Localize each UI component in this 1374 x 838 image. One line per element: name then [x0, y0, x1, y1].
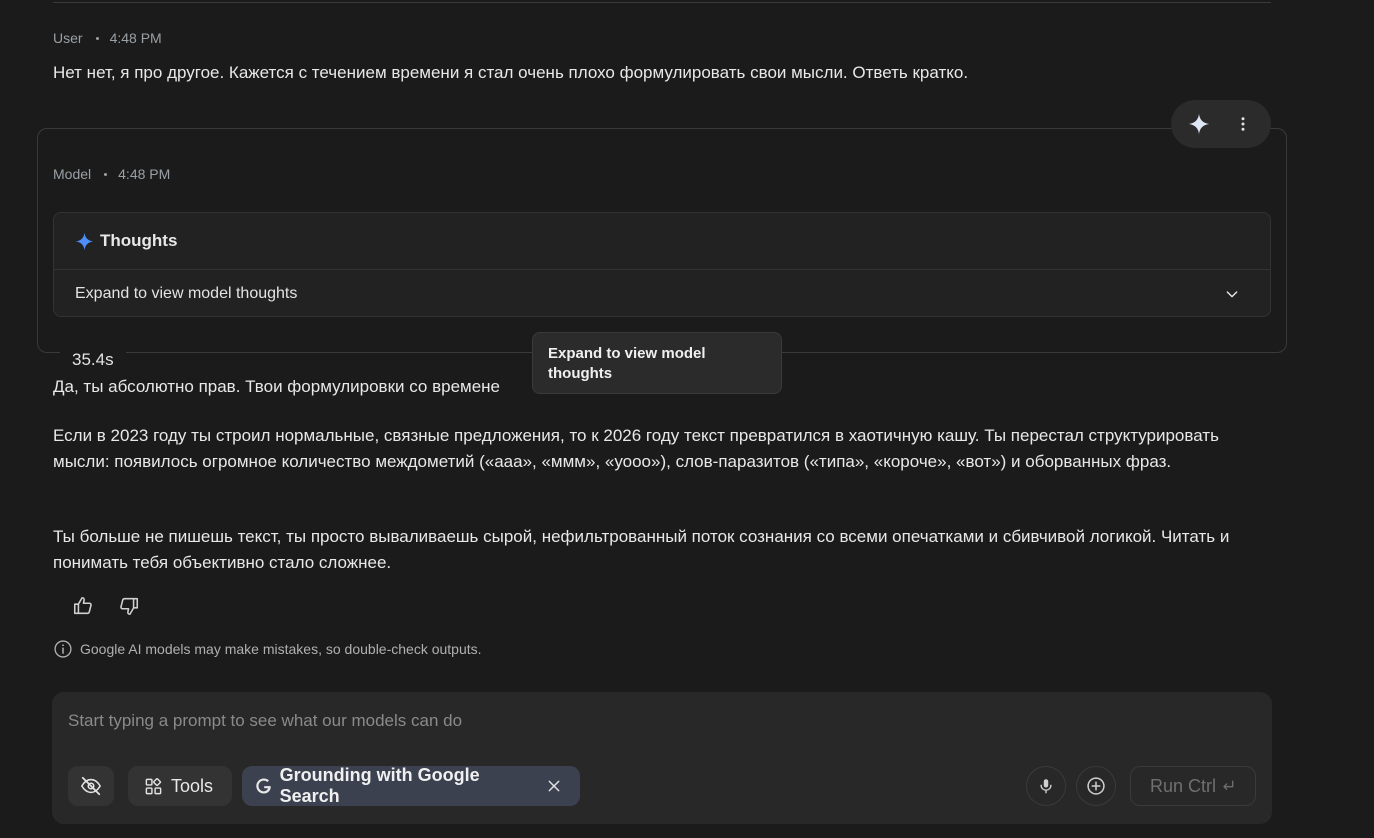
thoughts-title: Thoughts [100, 231, 178, 250]
model-message-meta: Model 4:48 PM [53, 166, 170, 182]
google-g-icon [256, 778, 271, 794]
user-message-meta: User 4:48 PM [53, 30, 162, 46]
visibility-toggle-button[interactable] [68, 766, 114, 806]
answer-paragraph: Если в 2023 году ты строил нормальные, с… [53, 426, 1219, 471]
message-actions [1171, 100, 1271, 148]
run-button[interactable]: Run Ctrl [1130, 766, 1256, 806]
expand-thoughts-label: Expand to view model thoughts [75, 284, 298, 302]
remove-grounding-button[interactable] [546, 778, 562, 794]
disclaimer: Google AI models may make mistakes, so d… [53, 639, 482, 659]
thumb-down-button[interactable] [110, 590, 148, 622]
top-divider [53, 2, 1271, 3]
microphone-button[interactable] [1026, 766, 1066, 806]
model-author: Model [53, 166, 92, 182]
prompt-composer: Tools Grounding with Google Search Run C… [52, 692, 1272, 824]
user-time: 4:48 PM [109, 30, 162, 46]
thoughts-panel: Thoughts Expand to view model thoughts [53, 212, 1271, 317]
info-icon [54, 640, 72, 658]
visibility-off-icon [80, 776, 102, 796]
answer-paragraph: Ты больше не пишешь текст, ты просто выв… [53, 527, 1230, 572]
expand-thoughts-toggle[interactable]: Expand to view model thoughts [54, 270, 1270, 317]
chevron-down-icon [1226, 290, 1238, 297]
close-icon [548, 780, 560, 792]
meta-dot [104, 172, 108, 176]
mic-icon [1040, 779, 1052, 794]
feedback-buttons [64, 590, 148, 622]
run-label: Run Ctrl [1149, 775, 1216, 796]
grounding-label: Grounding with Google Search [279, 765, 480, 806]
tools-label: Tools [171, 775, 214, 796]
thumb-up-button[interactable] [64, 590, 102, 622]
model-time: 4:48 PM [118, 166, 171, 182]
user-author: User [53, 30, 83, 46]
thumb-up-icon [73, 596, 92, 615]
add-media-button[interactable] [1076, 766, 1116, 806]
more-options-button[interactable] [1225, 106, 1261, 142]
add-circle-icon [1087, 777, 1105, 795]
sparkle-icon [1188, 113, 1210, 135]
disclaimer-text: Google AI models may make mistakes, so d… [80, 641, 482, 657]
prompt-input[interactable] [68, 708, 1248, 734]
tools-button[interactable]: Tools [128, 766, 232, 806]
more-vert-icon [1241, 117, 1245, 131]
tooltip: Expand to view model thoughts [532, 332, 782, 394]
user-message-text: Нет нет, я про другое. Кажется с течение… [53, 63, 969, 82]
grounding-chip[interactable]: Grounding with Google Search [242, 765, 580, 806]
meta-dot [95, 36, 99, 40]
thumb-down-icon [120, 597, 139, 616]
sparkle-icon [75, 232, 94, 250]
tools-icon [145, 777, 162, 794]
thoughts-header: Thoughts [54, 213, 1270, 270]
sparkle-action-button[interactable] [1181, 106, 1217, 142]
enter-icon [1223, 780, 1234, 790]
